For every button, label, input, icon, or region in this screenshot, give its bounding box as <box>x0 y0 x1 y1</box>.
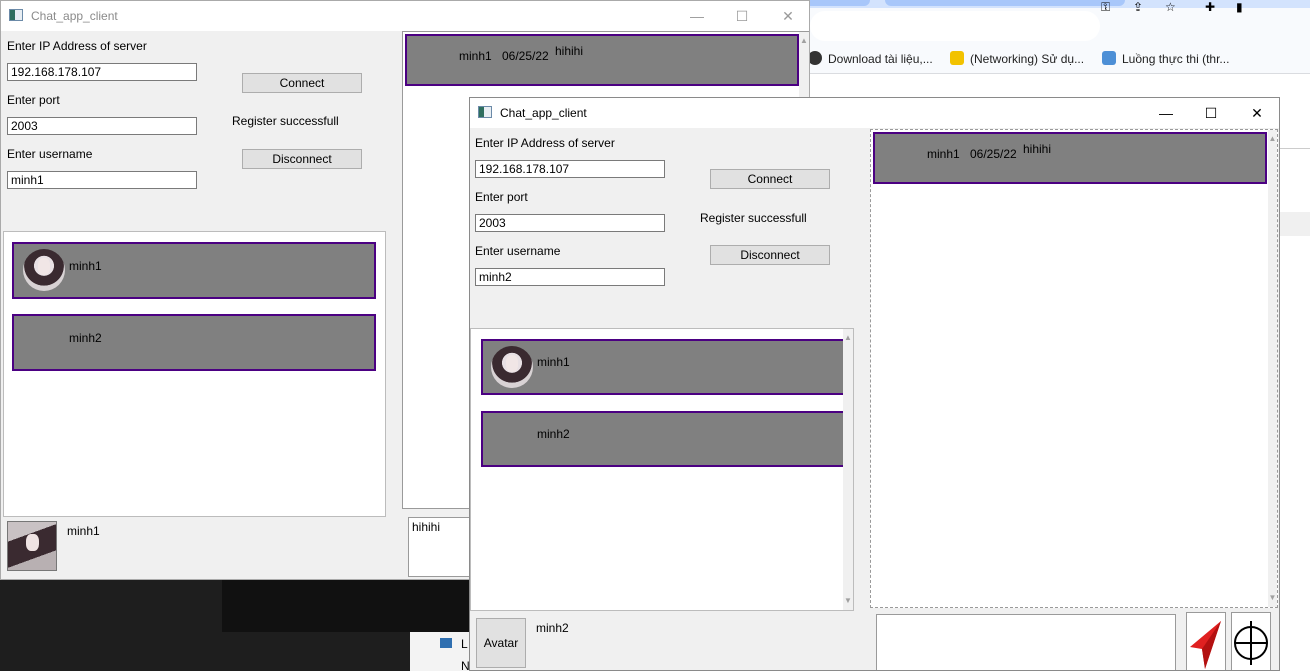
status-text: Register successfull <box>232 114 339 128</box>
message-scrollbar[interactable]: ▲ ▼ <box>1268 130 1277 607</box>
avatar-button[interactable]: Avatar <box>476 618 526 668</box>
title-bar: Chat_app_client — ☐ ✕ <box>1 1 809 31</box>
current-user-name: minh1 <box>67 524 100 538</box>
title-bar: Chat_app_client — ☐ ✕ <box>470 98 1279 128</box>
explorer-item[interactable]: L <box>461 637 468 651</box>
add-file-button[interactable] <box>1231 612 1271 670</box>
username-input[interactable]: minh2 <box>475 268 665 286</box>
side-panel-icon[interactable]: ▮ <box>1236 0 1243 14</box>
close-icon[interactable]: ✕ <box>1247 103 1267 123</box>
message-list[interactable]: minh1 06/25/22 hihihi ▲ ▼ <box>870 129 1278 608</box>
message-sender: minh1 <box>927 147 960 161</box>
minimize-icon[interactable]: — <box>1156 103 1176 123</box>
minimize-icon[interactable]: — <box>687 6 707 26</box>
bookmark-item[interactable]: Download tài liệu,... <box>808 51 933 67</box>
username-label: Enter username <box>7 147 93 161</box>
folder-icon <box>440 638 452 648</box>
port-label: Enter port <box>475 190 528 204</box>
scroll-down-icon[interactable]: ▼ <box>843 594 853 608</box>
window-title: Chat_app_client <box>31 9 118 23</box>
chat-window-2: Chat_app_client — ☐ ✕ Enter IP Address o… <box>469 97 1280 671</box>
plus-circle-icon <box>1234 621 1268 665</box>
user-name: minh2 <box>537 427 570 441</box>
user-list-scrollbar[interactable]: ▲ ▼ <box>843 329 853 610</box>
bookmark-icon <box>808 51 822 65</box>
message-date: 06/25/22 <box>502 49 549 63</box>
bookmark-item[interactable]: (Networking) Sử dụ... <box>950 51 1084 67</box>
close-icon[interactable]: ✕ <box>778 6 798 26</box>
user-item[interactable]: minh2 <box>481 411 845 467</box>
user-item[interactable]: minh1 <box>481 339 845 395</box>
user-name: minh1 <box>537 355 570 369</box>
status-text: Register successfull <box>700 211 807 225</box>
browser-tab[interactable] <box>800 0 870 6</box>
port-input[interactable]: 2003 <box>7 117 197 135</box>
ip-label: Enter IP Address of server <box>475 136 615 150</box>
username-label: Enter username <box>475 244 561 258</box>
editor-panel <box>222 580 470 632</box>
page-divider <box>1278 148 1310 149</box>
user-list[interactable]: minh1 minh2 <box>3 231 386 517</box>
ip-input[interactable]: 192.168.178.107 <box>475 160 665 178</box>
scroll-up-icon[interactable]: ▲ <box>1268 132 1277 146</box>
app-icon <box>478 106 492 118</box>
connect-button[interactable]: Connect <box>710 169 830 189</box>
bookmark-label: Luồng thực thi (thr... <box>1122 52 1230 66</box>
connect-button[interactable]: Connect <box>242 73 362 93</box>
share-icon[interactable]: ⇪ <box>1133 0 1143 14</box>
message-input[interactable] <box>876 614 1176 670</box>
username-input[interactable]: minh1 <box>7 171 197 189</box>
browser-tabstrip <box>800 0 1310 8</box>
user-name: minh1 <box>69 259 102 273</box>
maximize-icon[interactable]: ☐ <box>732 6 752 26</box>
ip-label: Enter IP Address of server <box>7 39 147 53</box>
send-icon <box>1190 621 1221 669</box>
message-text: hihihi <box>555 44 584 58</box>
user-item[interactable]: minh2 <box>12 314 376 371</box>
address-bar[interactable] <box>810 11 1100 41</box>
message-date: 06/25/22 <box>970 147 1017 161</box>
port-label: Enter port <box>7 93 60 107</box>
networking-icon <box>950 51 964 65</box>
bookmark-label: (Networking) Sử dụ... <box>970 52 1085 66</box>
message-item: minh1 06/25/22 hihihi <box>405 34 799 86</box>
message-input[interactable]: hihihi <box>408 517 478 577</box>
current-user-avatar[interactable] <box>7 521 57 571</box>
scroll-down-icon[interactable]: ▼ <box>1268 591 1277 605</box>
browser-tab[interactable] <box>885 0 1125 6</box>
disconnect-button[interactable]: Disconnect <box>710 245 830 265</box>
star-icon[interactable]: ☆ <box>1165 0 1176 14</box>
scroll-up-icon[interactable]: ▲ <box>843 331 853 345</box>
user-avatar <box>491 346 533 388</box>
user-item[interactable]: minh1 <box>12 242 376 299</box>
user-list[interactable]: minh1 minh2 ▲ ▼ <box>470 328 854 611</box>
maximize-icon[interactable]: ☐ <box>1201 103 1221 123</box>
current-user-name: minh2 <box>536 621 569 635</box>
page-fragment <box>1278 212 1310 236</box>
port-input[interactable]: 2003 <box>475 214 665 232</box>
disconnect-button[interactable]: Disconnect <box>242 149 362 169</box>
message-text: hihihi <box>1023 142 1052 156</box>
key-icon[interactable]: ⚿ <box>1101 0 1110 15</box>
window-title: Chat_app_client <box>500 106 587 120</box>
bookmark-label: Download tài liệu,... <box>828 52 933 66</box>
scroll-up-icon[interactable]: ▲ <box>799 34 809 48</box>
user-avatar <box>23 249 65 291</box>
user-name: minh2 <box>69 331 102 345</box>
ip-input[interactable]: 192.168.178.107 <box>7 63 197 81</box>
app-icon <box>9 9 23 21</box>
threads-icon <box>1102 51 1116 65</box>
send-button[interactable] <box>1186 612 1226 670</box>
message-item: minh1 06/25/22 hihihi <box>873 132 1267 184</box>
message-sender: minh1 <box>459 49 492 63</box>
bookmark-item[interactable]: Luồng thực thi (thr... <box>1102 51 1229 67</box>
extensions-icon[interactable]: ✚ <box>1205 0 1215 14</box>
